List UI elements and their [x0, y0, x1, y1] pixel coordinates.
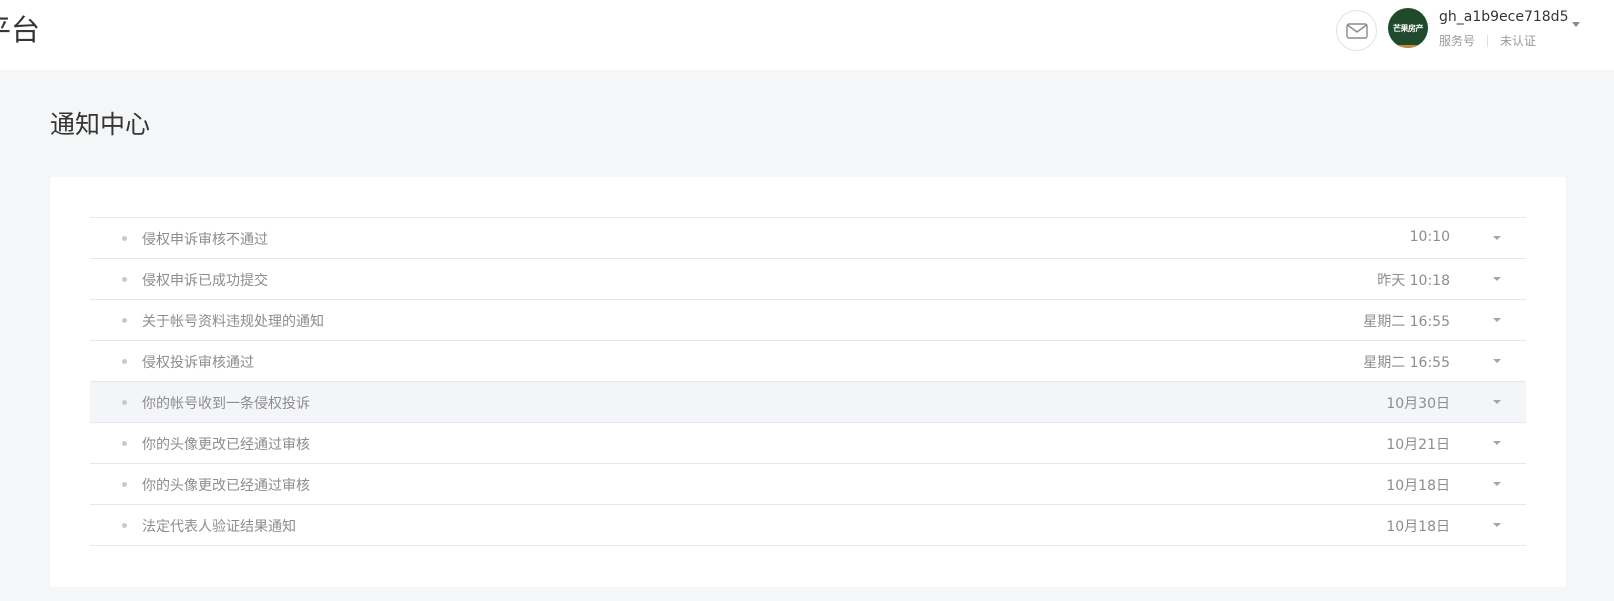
unread-dot-icon — [122, 482, 127, 487]
unread-dot-icon — [122, 318, 127, 323]
notification-row[interactable]: 关于帐号资料违规处理的通知 星期二 16:55 — [90, 300, 1526, 341]
notification-title: 法定代表人验证结果通知 — [142, 519, 296, 535]
account-type: 服务号 — [1439, 34, 1476, 48]
chevron-down-icon[interactable] — [1493, 441, 1501, 445]
avatar-text: 芒果房产 — [1393, 23, 1424, 33]
avatar[interactable]: 芒果房产 — [1388, 8, 1428, 48]
notification-row[interactable]: 你的帐号收到一条侵权投诉 10月30日 — [90, 382, 1526, 423]
notification-title: 你的头像更改已经通过审核 — [142, 437, 310, 453]
mail-button[interactable] — [1336, 10, 1377, 51]
meta-divider — [1487, 34, 1489, 47]
notification-card: 侵权申诉审核不通过 10:10 侵权申诉已成功提交 昨天 10:18 关于帐号资… — [50, 177, 1566, 587]
chevron-down-icon[interactable] — [1493, 482, 1501, 486]
notification-title: 侵权申诉已成功提交 — [142, 273, 268, 289]
chevron-down-icon[interactable] — [1572, 22, 1580, 27]
notification-time: 星期二 16:55 — [1363, 355, 1450, 371]
notification-row[interactable]: 侵权申诉审核不通过 10:10 — [90, 218, 1526, 259]
notification-time: 10:10 — [1409, 229, 1450, 245]
notification-time: 10月18日 — [1386, 519, 1450, 535]
notification-title: 关于帐号资料违规处理的通知 — [142, 314, 324, 330]
notification-list: 侵权申诉审核不通过 10:10 侵权申诉已成功提交 昨天 10:18 关于帐号资… — [90, 217, 1526, 546]
account-meta: 服务号 未认证 — [1439, 32, 1536, 49]
unread-dot-icon — [122, 400, 127, 405]
notification-time: 10月18日 — [1386, 478, 1450, 494]
notification-row[interactable]: 你的头像更改已经通过审核 10月21日 — [90, 423, 1526, 464]
chevron-down-icon[interactable] — [1493, 523, 1501, 527]
notification-title: 侵权申诉审核不通过 — [142, 232, 268, 248]
unread-dot-icon — [122, 359, 127, 364]
notification-title: 你的帐号收到一条侵权投诉 — [142, 396, 310, 412]
unread-dot-icon — [122, 441, 127, 446]
unread-dot-icon — [122, 277, 127, 282]
notification-time: 星期二 16:55 — [1363, 314, 1450, 330]
unread-dot-icon — [122, 236, 127, 241]
notification-title: 侵权投诉审核通过 — [142, 355, 254, 371]
notification-time: 昨天 10:18 — [1377, 273, 1450, 289]
verification-status[interactable]: 未认证 — [1500, 32, 1536, 49]
chevron-down-icon[interactable] — [1493, 359, 1501, 363]
avatar-accent-bar — [1396, 45, 1420, 48]
notification-row[interactable]: 你的头像更改已经通过审核 10月18日 — [90, 464, 1526, 505]
top-bar: 平台 芒果房产 gh_a1b9ece718d5 服务号 未认证 — [0, 0, 1614, 70]
chevron-down-icon[interactable] — [1493, 277, 1501, 281]
notification-row[interactable]: 侵权投诉审核通过 星期二 16:55 — [90, 341, 1526, 382]
chevron-down-icon[interactable] — [1493, 236, 1501, 240]
unread-dot-icon — [122, 523, 127, 528]
chevron-down-icon[interactable] — [1493, 400, 1501, 404]
notification-time: 10月21日 — [1386, 437, 1450, 453]
notification-row[interactable]: 侵权申诉已成功提交 昨天 10:18 — [90, 259, 1526, 300]
notification-title: 你的头像更改已经通过审核 — [142, 478, 310, 494]
chevron-down-icon[interactable] — [1493, 318, 1501, 322]
account-name[interactable]: gh_a1b9ece718d5 — [1439, 9, 1568, 25]
page-title: 通知中心 — [50, 110, 151, 139]
mail-icon — [1345, 22, 1368, 39]
notification-time: 10月30日 — [1386, 396, 1450, 412]
notification-row[interactable]: 法定代表人验证结果通知 10月18日 — [90, 505, 1526, 546]
platform-brand-title[interactable]: 平台 — [0, 12, 40, 48]
